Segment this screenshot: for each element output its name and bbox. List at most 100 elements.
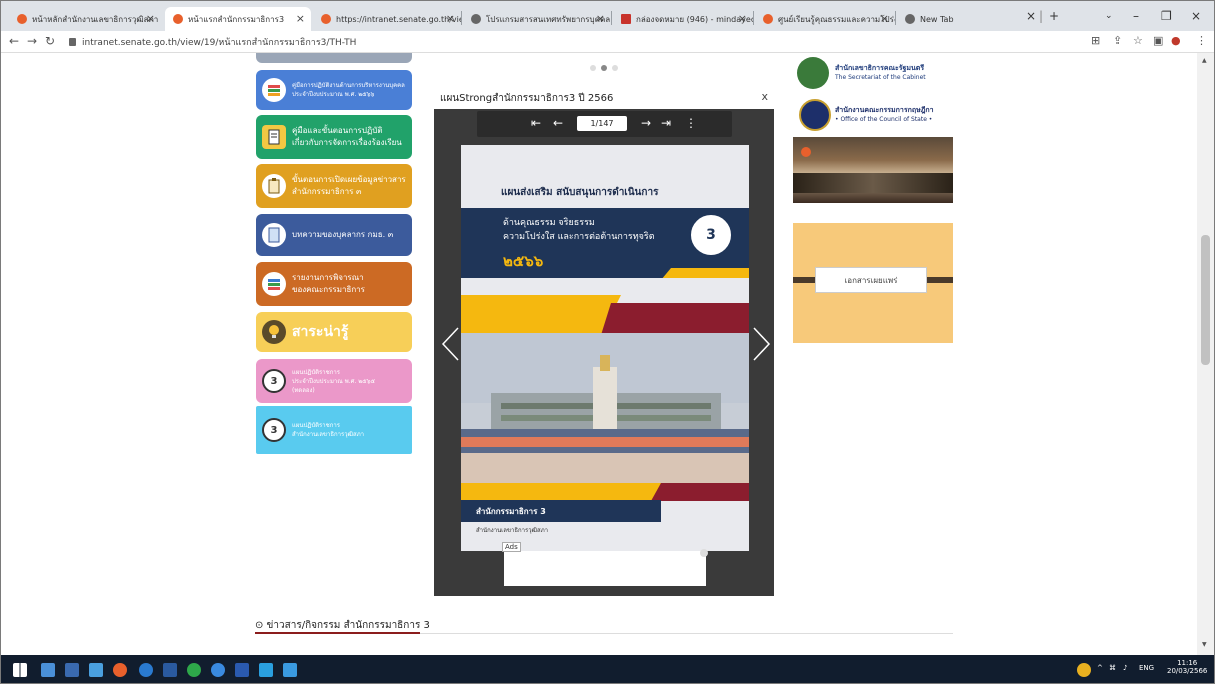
windows-start-icon[interactable]: [13, 663, 27, 677]
published-documents-label: เอกสารเผยแพร่: [815, 267, 927, 293]
badge-3-icon: 3: [262, 369, 286, 393]
reload-icon[interactable]: ↻: [45, 34, 55, 48]
tab-title: ศูนย์เรียนรู้คุณธรรมและความโปร่งใส: [778, 14, 895, 24]
line-icon[interactable]: [187, 663, 201, 677]
ad-box[interactable]: [504, 551, 706, 586]
translate-icon[interactable]: ⊞: [1091, 34, 1100, 47]
sidebar-panel-icon[interactable]: ▣: [1153, 34, 1163, 47]
edge-icon[interactable]: [139, 663, 153, 677]
word-icon[interactable]: [235, 663, 249, 677]
close-icon[interactable]: ×: [880, 12, 889, 25]
chrome-icon[interactable]: [113, 663, 127, 677]
site-logo-icon: [801, 147, 811, 157]
scroll-down-icon[interactable]: ▼: [1202, 641, 1207, 648]
new-tab-button[interactable]: +: [1049, 9, 1059, 23]
banner-label: แผนปฏิบัติราชการ ประจำปีงบประมาณ พ.ศ. ๒๕…: [292, 368, 376, 394]
sidebar-banner-complaints[interactable]: คู่มือและขั้นตอนการปฏิบัติ เกี่ยวกับการจ…: [256, 115, 412, 159]
clock-time: 11:16: [1177, 659, 1198, 667]
close-icon[interactable]: ×: [1026, 9, 1036, 23]
council-of-state-link[interactable]: สำนักงานคณะกรรมการกฤษฎีกา • Office of the…: [793, 97, 953, 135]
browser-tab-active[interactable]: หน้าแรกสำนักกรรมาธิการ3 ×: [165, 7, 311, 31]
books-icon: [262, 272, 286, 296]
banner-label: คู่มือการปฏิบัติงานด้านการบริหารงานบุคคล…: [292, 82, 405, 98]
published-documents-link[interactable]: เอกสารเผยแพร่: [793, 223, 953, 343]
cover-subtitle-2: ความโปร่งใส และการต่อต้านการทุจริต: [503, 232, 655, 242]
sidebar-banner-action-plan-office[interactable]: 3 แผนปฏิบัติราชการ สำนักงานเลขาธิการวุฒิ…: [256, 406, 412, 454]
sidebar-banner-reports[interactable]: รายงานการพิจารณา ของคณะกรรมาธิการ: [256, 262, 412, 306]
prev-page-icon[interactable]: ←: [553, 116, 563, 130]
pdf-toolbar: ⇤ ← 1/147 → ⇥ ⋮: [477, 111, 732, 137]
cover-dept-name: สำนักกรรมาธิการ 3: [476, 507, 546, 516]
volume-icon[interactable]: ♪: [1123, 664, 1127, 672]
app-icon[interactable]: [211, 663, 225, 677]
clock[interactable]: 11:16 20/03/2566: [1167, 659, 1207, 675]
network-icon[interactable]: ⌘: [1109, 664, 1116, 672]
menu-kebab-icon[interactable]: ⋮: [1196, 34, 1207, 47]
banner-label: คู่มือและขั้นตอนการปฏิบัติ เกี่ยวกับการจ…: [292, 126, 402, 147]
cabinet-name-en: The Secretariat of the Cabinet: [835, 74, 926, 81]
maximize-button[interactable]: ❐: [1161, 9, 1172, 23]
close-icon[interactable]: ×: [738, 12, 747, 25]
browser-tab[interactable]: New Tab: [897, 7, 1005, 31]
tray-app-icon[interactable]: [1077, 663, 1091, 677]
prev-slide-arrow-icon[interactable]: [440, 326, 462, 362]
next-page-icon[interactable]: →: [641, 116, 651, 130]
close-icon[interactable]: ×: [296, 12, 305, 25]
window-close-button[interactable]: ×: [1191, 9, 1201, 23]
scroll-up-icon[interactable]: ▲: [1202, 57, 1207, 64]
tray-chevron-icon[interactable]: ^: [1097, 664, 1103, 672]
tab-search-icon[interactable]: ⌄: [1105, 11, 1113, 21]
browser-tab[interactable]: ศูนย์เรียนรู้คุณธรรมและความโปร่งใส ×: [755, 7, 895, 31]
scrollbar-thumb[interactable]: [1201, 235, 1210, 365]
mail-icon[interactable]: [283, 663, 297, 677]
sidebar-banner-partial[interactable]: [256, 53, 412, 63]
sidebar-banner-action-plan-2565[interactable]: 3 แผนปฏิบัติราชการ ประจำปีงบประมาณ พ.ศ. …: [256, 359, 412, 403]
teams-icon[interactable]: [259, 663, 273, 677]
banner-label: ขั้นตอนการเปิดเผยข้อมูลข่าวสาร สำนักกรรม…: [292, 175, 406, 196]
next-slide-arrow-icon[interactable]: [750, 326, 772, 362]
file-explorer-icon[interactable]: [89, 663, 103, 677]
news-section-title[interactable]: ⊙ ข่าวสาร/กิจกรรม สำนักกรรมาธิการ 3: [255, 618, 430, 633]
council-name-en: • Office of the Council of State •: [835, 116, 933, 123]
browser-tab[interactable]: หน้าหลักสำนักงานเลขาธิการวุฒิสภา ×: [9, 7, 161, 31]
close-icon[interactable]: ×: [596, 12, 605, 25]
calculator-icon[interactable]: [65, 663, 79, 677]
tab-title: New Tab: [920, 14, 954, 24]
browser-tab[interactable]: https://intranet.senate.go.th/vie ×: [313, 7, 461, 31]
url-field[interactable]: intranet.senate.go.th/view/19/หน้าแรกสำน…: [69, 35, 356, 49]
first-page-icon[interactable]: ⇤: [531, 116, 541, 130]
page-number-input[interactable]: 1/147: [577, 116, 627, 131]
cover-badge: 3: [689, 213, 733, 257]
cover-office-name: สำนักงานเลขาธิการวุฒิสภา: [476, 527, 549, 534]
browser-tab[interactable]: กล่องจดหมาย (946) - mindayecha ×: [613, 7, 753, 31]
sidebar-banner-disclosure[interactable]: ขั้นตอนการเปิดเผยข้อมูลข่าวสาร สำนักกรรม…: [256, 164, 412, 208]
last-page-icon[interactable]: ⇥: [661, 116, 671, 130]
share-icon[interactable]: ⇪: [1113, 34, 1122, 47]
close-icon[interactable]: ×: [446, 12, 455, 25]
minimize-button[interactable]: –: [1133, 9, 1139, 23]
tab-title: กล่องจดหมาย (946) - mindayecha: [636, 14, 753, 24]
close-icon[interactable]: ×: [146, 12, 155, 25]
browser-tab-bar: หน้าหลักสำนักงานเลขาธิการวุฒิสภา × หน้าแ…: [1, 1, 1214, 31]
sidebar-banner-articles[interactable]: บทความของบุคลากร กมธ. ๓: [256, 214, 412, 256]
profile-avatar-icon[interactable]: ●: [1171, 34, 1181, 47]
close-icon[interactable]: x: [761, 90, 768, 103]
cover-main-title: แผนส่งเสริม สนับสนุนการดำเนินการ: [501, 187, 659, 198]
cabinet-secretariat-link[interactable]: สำนักเลขาธิการคณะรัฐมนตรี The Secretariat…: [793, 53, 953, 93]
address-bar: ← → ↻ intranet.senate.go.th/view/19/หน้า…: [1, 31, 1214, 53]
browser-tab[interactable]: โปรแกรมสารสนเทศทรัพยากรบุคคล ×: [463, 7, 611, 31]
more-options-icon[interactable]: ⋮: [685, 116, 697, 130]
clipboard-icon: [262, 174, 286, 198]
task-view-icon[interactable]: [41, 663, 55, 677]
parliament-banner[interactable]: [793, 137, 953, 203]
sidebar-banner-hr-manual[interactable]: คู่มือการปฏิบัติงานด้านการบริหารงานบุคคล…: [256, 70, 412, 110]
forward-icon[interactable]: →: [27, 34, 37, 48]
badge-3-icon: 3: [262, 418, 286, 442]
bookmark-star-icon[interactable]: ☆: [1133, 34, 1143, 47]
back-icon[interactable]: ←: [9, 34, 19, 48]
carousel-dots[interactable]: [590, 65, 618, 71]
sidebar-banner-knowledge[interactable]: สาระน่ารู้: [256, 312, 412, 352]
language-indicator[interactable]: ENG: [1139, 664, 1154, 672]
store-icon[interactable]: [163, 663, 177, 677]
vertical-scrollbar[interactable]: ▲ ▼: [1197, 53, 1214, 655]
